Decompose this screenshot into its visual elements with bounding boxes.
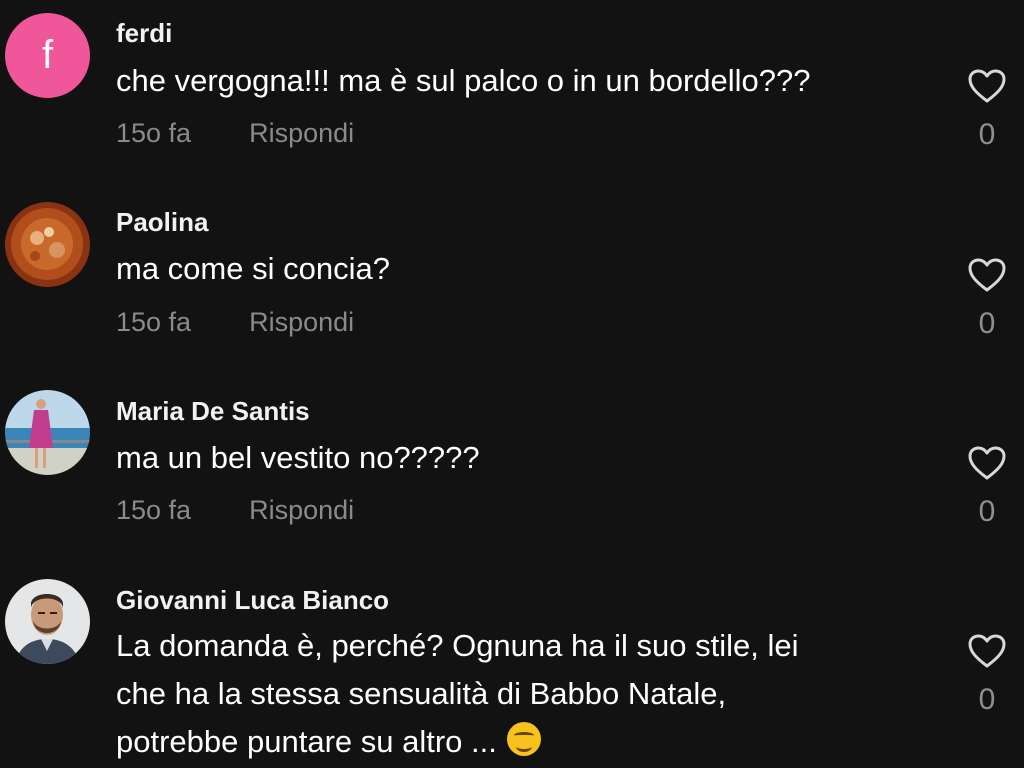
avatar[interactable]: f: [5, 13, 90, 98]
like-count: 0: [978, 118, 996, 151]
like-control[interactable]: 0: [962, 445, 1012, 529]
comment-text-fragment: potrebbe puntare su altro ...: [116, 724, 497, 759]
like-control[interactable]: 0: [962, 257, 1012, 341]
comment-text: che vergogna!!! ma è sul palco o in un b…: [116, 63, 811, 98]
comment-time: 15o fa: [116, 307, 192, 337]
comment-username[interactable]: Giovanni Luca Bianco: [116, 585, 389, 616]
heart-icon[interactable]: [967, 445, 1007, 481]
comment-time: 15o fa: [116, 118, 192, 148]
comment-text: ma come si concia?: [116, 251, 390, 286]
like-count: 0: [978, 495, 996, 528]
comment-meta: 15o fa Rispondi: [116, 495, 354, 526]
avatar-food-image: [5, 202, 90, 287]
reply-button[interactable]: Rispondi: [249, 495, 354, 525]
heart-icon[interactable]: [967, 633, 1007, 669]
reply-button[interactable]: Rispondi: [249, 118, 354, 148]
comment-meta: 15o fa Rispondi: [116, 307, 354, 338]
avatar[interactable]: [5, 202, 90, 287]
comment-text-line: potrebbe puntare su altro ...: [116, 718, 936, 766]
comment-username[interactable]: ferdi: [116, 18, 172, 49]
avatar[interactable]: [5, 579, 90, 664]
comment-username[interactable]: Paolina: [116, 207, 208, 238]
like-count: 0: [978, 683, 996, 716]
avatar-man-photo: [5, 579, 90, 664]
heart-icon[interactable]: [967, 68, 1007, 104]
comment-text-line: che ha la stessa sensualità di Babbo Nat…: [116, 676, 727, 711]
heart-icon[interactable]: [967, 257, 1007, 293]
comment-username[interactable]: Maria De Santis: [116, 396, 310, 427]
comment-time: 15o fa: [116, 495, 192, 525]
comment-text: ma un bel vestito no?????: [116, 440, 480, 475]
comment-text: La domanda è, perché? Ognuna ha il suo s…: [116, 622, 936, 766]
avatar-person-photo: [5, 390, 90, 475]
smirking-face-emoji-icon: [506, 722, 541, 756]
comment-meta: 15o fa Rispondi: [116, 118, 354, 149]
like-count: 0: [978, 307, 996, 340]
like-control[interactable]: 0: [962, 68, 1012, 152]
like-control[interactable]: 0: [962, 633, 1012, 717]
avatar-letter: f: [41, 33, 54, 77]
reply-button[interactable]: Rispondi: [249, 307, 354, 337]
avatar[interactable]: [5, 390, 90, 475]
comment-text-line: La domanda è, perché? Ognuna ha il suo s…: [116, 628, 799, 663]
